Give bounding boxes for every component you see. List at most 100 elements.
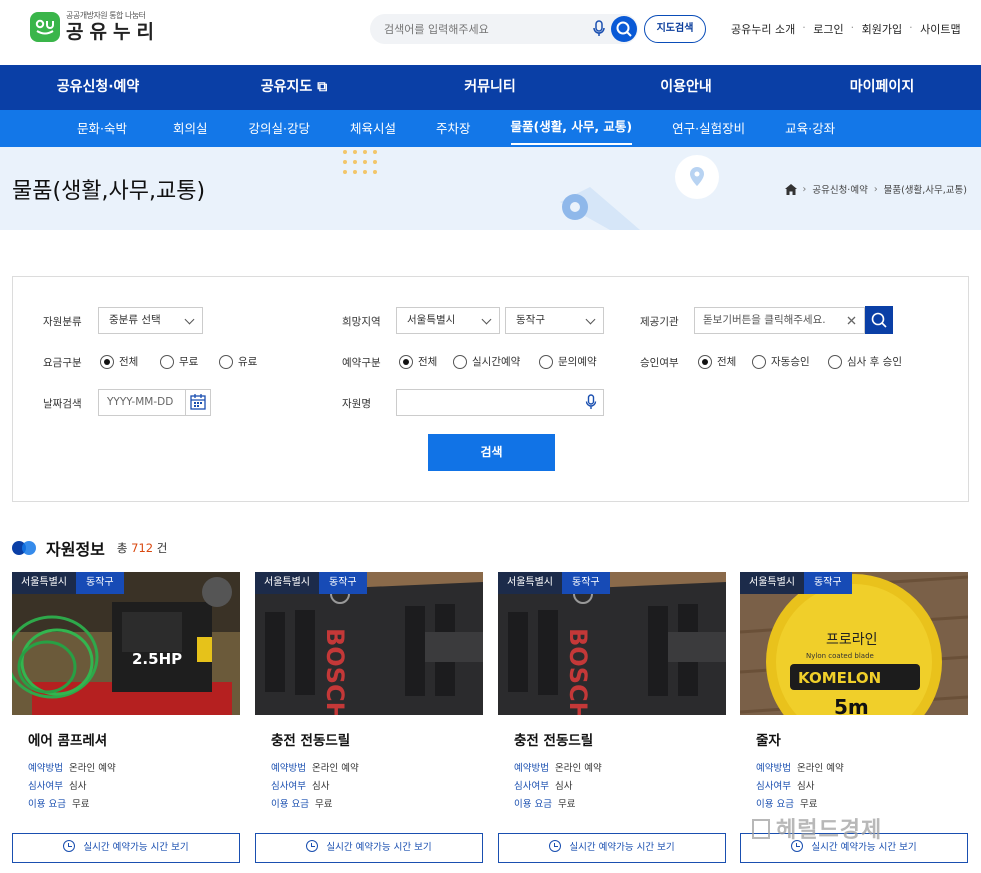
main-nav-guide[interactable]: 이용안내 bbox=[588, 65, 784, 110]
resource-name-label: 자원명 bbox=[342, 398, 371, 410]
main-nav-community[interactable]: 커뮤니티 bbox=[392, 65, 588, 110]
meta-label: 예약방법 bbox=[756, 763, 791, 774]
sub-nav-goods[interactable]: 물품(생활, 사무, 교통) bbox=[510, 110, 633, 145]
reserve-radio-inquiry[interactable]: 문의예약 bbox=[539, 354, 597, 369]
date-input-placeholder: YYYY-MM-DD bbox=[107, 396, 174, 408]
map-search-button[interactable]: 지도검색 bbox=[644, 15, 706, 43]
resource-card[interactable]: BOSCH 서울특별시 동작구 충전 전동드릴 예약방법 온라인 예약 심사여부 심사… bbox=[498, 572, 726, 864]
global-search-input[interactable] bbox=[384, 20, 584, 38]
chevron-down-icon bbox=[585, 314, 596, 325]
org-search-button[interactable] bbox=[865, 306, 893, 334]
meta-label: 심사여부 bbox=[514, 781, 549, 792]
fee-option-label: 유료 bbox=[238, 356, 258, 368]
clear-icon[interactable] bbox=[847, 316, 856, 325]
sub-nav-sports[interactable]: 체육시설 bbox=[350, 110, 396, 147]
site-logo[interactable]: 공공개방자원 통합 나눔터 공유누리 bbox=[30, 12, 160, 42]
meta-value: 무료 bbox=[557, 799, 576, 810]
breadcrumb-item[interactable]: 공유신청·예약 bbox=[812, 182, 867, 196]
microphone-icon[interactable] bbox=[592, 20, 606, 38]
usage-fee: 이용 요금 무료 bbox=[514, 796, 575, 810]
meta-value: 온라인 예약 bbox=[796, 763, 844, 774]
resource-info: 에어 콤프레셔 예약방법 온라인 예약 심사여부 심사 이용 요금 무료 bbox=[12, 715, 240, 828]
realtime-availability-button[interactable]: 실시간 예약가능 시간 보기 bbox=[255, 833, 483, 863]
sub-nav-meeting-room[interactable]: 회의실 bbox=[173, 110, 208, 147]
meta-label: 이용 요금 bbox=[514, 799, 552, 810]
resource-name[interactable]: 충전 전동드릴 bbox=[514, 729, 593, 749]
fee-radio-free[interactable]: 무료 bbox=[160, 354, 198, 369]
fee-label: 요금구분 bbox=[43, 357, 82, 369]
util-login-link[interactable]: 로그인 bbox=[802, 21, 852, 37]
sub-nav-culture[interactable]: 문화·숙박 bbox=[77, 110, 127, 147]
reserve-option-label: 문의예약 bbox=[558, 356, 597, 368]
approve-radio-auto[interactable]: 자동승인 bbox=[752, 354, 810, 369]
org-input-placeholder: 돋보기버튼을 클릭해주세요. bbox=[703, 314, 826, 326]
main-nav-mypage[interactable]: 마이페이지 bbox=[784, 65, 980, 110]
microphone-icon[interactable] bbox=[585, 394, 597, 411]
region-label: 희망지역 bbox=[342, 316, 381, 328]
region-city-select[interactable]: 서울특별시 bbox=[396, 307, 500, 334]
realtime-availability-button[interactable]: 실시간 예약가능 시간 보기 bbox=[12, 833, 240, 863]
sub-nav-education[interactable]: 교육·강좌 bbox=[785, 110, 835, 147]
category-select[interactable]: 중분류 선택 bbox=[98, 307, 203, 334]
region-tags: 서울특별시 동작구 bbox=[498, 572, 610, 594]
resource-card[interactable]: BOSCH 서울특별시 동작구 충전 전동드릴 예약방법 온라인 예약 심사여부 심사… bbox=[255, 572, 483, 864]
reserve-method: 예약방법 온라인 예약 bbox=[28, 760, 116, 774]
fee-radio-paid[interactable]: 유료 bbox=[219, 354, 257, 369]
meta-value: 심사 bbox=[68, 781, 87, 792]
resource-name[interactable]: 충전 전동드릴 bbox=[271, 729, 350, 749]
resource-card[interactable]: 2.5HP 서울특별시 동작구 에어 콤프레셔 예약방법 온라인 예약 심사여부 심사… bbox=[12, 572, 240, 864]
main-nav-apply[interactable]: 공유신청·예약 bbox=[0, 65, 196, 110]
breadcrumb-separator: › bbox=[802, 183, 807, 195]
calendar-button[interactable] bbox=[185, 389, 211, 416]
image-label: BOSCH bbox=[564, 628, 592, 715]
util-signup-link[interactable]: 회원가입 bbox=[851, 21, 911, 37]
resource-name-input[interactable] bbox=[396, 389, 604, 416]
sub-nav-lecture-hall[interactable]: 강의실·강당 bbox=[249, 110, 310, 147]
date-input[interactable]: YYYY-MM-DD bbox=[98, 389, 186, 416]
util-about-link[interactable]: 공유누리 소개 bbox=[722, 21, 804, 37]
main-nav-map[interactable]: 공유지도 ⧉ bbox=[196, 65, 392, 110]
sub-nav-lab-equipment[interactable]: 연구·실험장비 bbox=[672, 110, 745, 147]
region-district-select[interactable]: 동작구 bbox=[505, 307, 604, 334]
filter-search-button[interactable]: 검색 bbox=[428, 434, 555, 471]
meta-label: 예약방법 bbox=[271, 763, 306, 774]
breadcrumb-current: 물품(생활,사무,교통) bbox=[883, 185, 967, 196]
meta-value: 온라인 예약 bbox=[68, 763, 116, 774]
reserve-radio-all[interactable]: 전체 bbox=[399, 354, 437, 369]
realtime-availability-button[interactable]: 실시간 예약가능 시간 보기 bbox=[498, 833, 726, 863]
tag-district: 동작구 bbox=[319, 572, 367, 594]
util-sitemap-link[interactable]: 사이트맵 bbox=[909, 21, 969, 37]
org-input[interactable]: 돋보기버튼을 클릭해주세요. bbox=[694, 307, 865, 334]
fee-radio-all[interactable]: 전체 bbox=[100, 354, 138, 369]
meta-label: 예약방법 bbox=[28, 763, 63, 774]
meta-value: 무료 bbox=[71, 799, 90, 810]
clock-icon bbox=[549, 840, 562, 852]
logo-mark-icon bbox=[30, 12, 60, 42]
image-label: 2.5HP bbox=[132, 650, 182, 668]
radio-icon bbox=[219, 354, 233, 369]
resource-name[interactable]: 줄자 bbox=[756, 729, 781, 749]
clock-icon bbox=[63, 840, 76, 852]
tag-city: 서울특별시 bbox=[12, 572, 76, 594]
reserve-radio-realtime[interactable]: 실시간예약 bbox=[453, 354, 520, 369]
sub-nav-parking[interactable]: 주차장 bbox=[436, 110, 471, 147]
main-nav: 공유신청·예약 공유지도 ⧉ 커뮤니티 이용안내 마이페이지 bbox=[0, 65, 981, 110]
reserve-method: 예약방법 온라인 예약 bbox=[514, 760, 602, 774]
resource-info: 충전 전동드릴 예약방법 온라인 예약 심사여부 심사 이용 요금 무료 bbox=[498, 715, 726, 828]
home-icon[interactable] bbox=[784, 183, 797, 195]
reserve-label: 예약구분 bbox=[342, 357, 381, 369]
approve-radio-all[interactable]: 전체 bbox=[698, 354, 736, 369]
global-search bbox=[370, 14, 638, 44]
image-label: KOMELON bbox=[798, 669, 881, 687]
review-status: 심사여부 심사 bbox=[28, 778, 86, 792]
resource-name[interactable]: 에어 콤프레셔 bbox=[28, 729, 107, 749]
global-search-button[interactable] bbox=[611, 16, 637, 42]
approve-radio-review[interactable]: 심사 후 승인 bbox=[828, 354, 902, 369]
results-header: 자원정보 총 712 건 bbox=[12, 536, 167, 560]
count-value: 712 bbox=[131, 541, 154, 555]
category-label: 자원분류 bbox=[43, 316, 82, 328]
approve-option-label: 전체 bbox=[717, 356, 737, 368]
breadcrumb: › 공유신청·예약 › 물품(생활,사무,교통) bbox=[784, 182, 967, 196]
approve-option-label: 심사 후 승인 bbox=[847, 356, 902, 368]
meta-label: 이용 요금 bbox=[271, 799, 309, 810]
